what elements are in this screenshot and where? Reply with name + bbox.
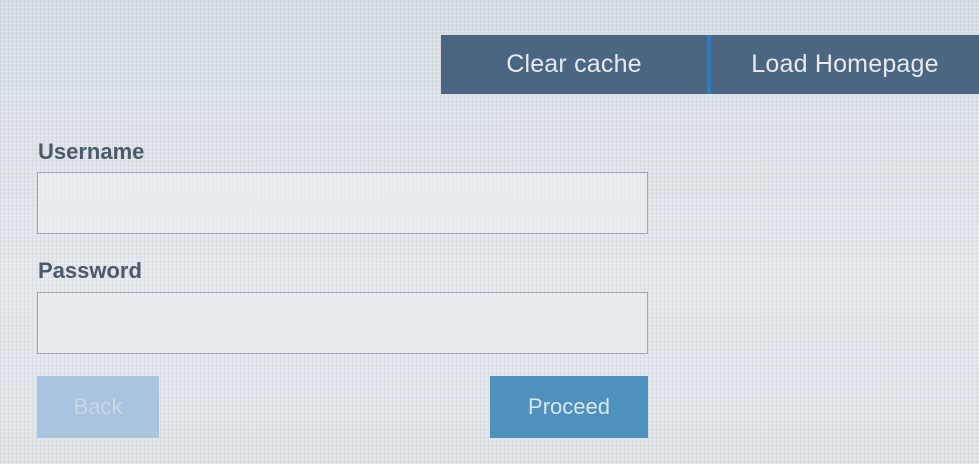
back-button[interactable]: Back bbox=[37, 376, 159, 438]
proceed-button[interactable]: Proceed bbox=[490, 376, 648, 438]
username-field[interactable] bbox=[37, 172, 648, 234]
load-homepage-button[interactable]: Load Homepage bbox=[711, 35, 979, 94]
password-label: Password bbox=[38, 258, 142, 283]
top-toolbar: Clear cache Load Homepage bbox=[441, 35, 979, 94]
clear-cache-button[interactable]: Clear cache bbox=[441, 35, 707, 94]
password-field[interactable] bbox=[37, 292, 648, 354]
username-label: Username bbox=[38, 139, 145, 164]
